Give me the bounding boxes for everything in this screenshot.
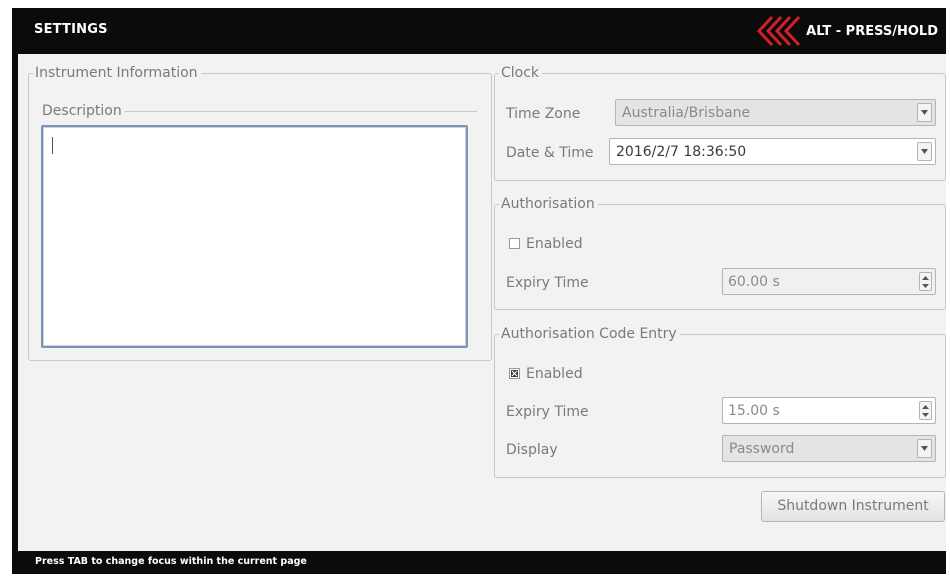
description-label: Description bbox=[42, 102, 125, 120]
code-entry-expiry-value: 15.00 s bbox=[728, 403, 780, 419]
authorisation-expiry-value: 60.00 s bbox=[728, 274, 780, 290]
code-entry-expiry-spinbox[interactable]: 15.00 s bbox=[722, 397, 936, 424]
authorisation-code-entry-group: Authorisation Code Entry Enabled Expiry … bbox=[494, 325, 946, 478]
chevrons-left-icon bbox=[757, 15, 801, 47]
code-entry-expiry-label: Expiry Time bbox=[506, 404, 589, 420]
authorisation-code-entry-legend: Authorisation Code Entry bbox=[499, 325, 680, 343]
time-zone-select[interactable]: Australia/Brisbane bbox=[615, 99, 936, 126]
instrument-information-legend: Instrument Information bbox=[33, 64, 201, 82]
stepper-icon[interactable] bbox=[919, 272, 932, 291]
instrument-information-group: Instrument Information Description bbox=[28, 64, 492, 361]
date-time-select[interactable]: 2016/2/7 18:36:50 bbox=[609, 138, 936, 165]
authorisation-enabled-label: Enabled bbox=[526, 236, 583, 252]
settings-panel: Instrument Information Description Clock… bbox=[18, 54, 946, 551]
stepper-icon[interactable] bbox=[919, 401, 932, 420]
chevron-down-icon[interactable] bbox=[917, 142, 932, 161]
alt-hint: ALT - PRESS/HOLD bbox=[756, 15, 938, 47]
display-label: Display bbox=[506, 442, 558, 458]
authorisation-group: Authorisation Enabled Expiry Time 60.00 … bbox=[494, 195, 946, 310]
text-caret bbox=[52, 137, 53, 154]
shutdown-instrument-button[interactable]: Shutdown Instrument bbox=[761, 491, 945, 522]
clock-group: Clock Time Zone Australia/Brisbane Date … bbox=[494, 64, 946, 181]
status-hint: Press TAB to change focus within the cur… bbox=[35, 556, 307, 567]
authorisation-enabled-checkbox[interactable] bbox=[509, 238, 520, 249]
check-mark-icon bbox=[511, 370, 518, 377]
alt-hint-label: ALT - PRESS/HOLD bbox=[806, 23, 938, 39]
date-time-value: 2016/2/7 18:36:50 bbox=[616, 144, 747, 160]
title-bar: SETTINGS ALT - PRESS/HOLD bbox=[12, 8, 946, 54]
time-zone-value: Australia/Brisbane bbox=[622, 105, 751, 121]
authorisation-legend: Authorisation bbox=[499, 195, 598, 213]
status-bar: Press TAB to change focus within the cur… bbox=[12, 551, 946, 574]
date-time-label: Date & Time bbox=[506, 145, 594, 161]
display-value: Password bbox=[729, 441, 795, 457]
authorisation-expiry-spinbox[interactable]: 60.00 s bbox=[722, 268, 936, 295]
display-select[interactable]: Password bbox=[722, 435, 936, 462]
chevron-down-icon[interactable] bbox=[917, 103, 932, 122]
chevron-down-icon[interactable] bbox=[917, 439, 932, 458]
clock-legend: Clock bbox=[499, 64, 543, 82]
page-title: SETTINGS bbox=[34, 22, 108, 37]
time-zone-label: Time Zone bbox=[506, 106, 581, 122]
code-entry-enabled-checkbox[interactable] bbox=[509, 368, 520, 379]
authorisation-expiry-label: Expiry Time bbox=[506, 275, 589, 291]
code-entry-enabled-label: Enabled bbox=[526, 366, 583, 382]
description-input[interactable] bbox=[41, 125, 468, 348]
